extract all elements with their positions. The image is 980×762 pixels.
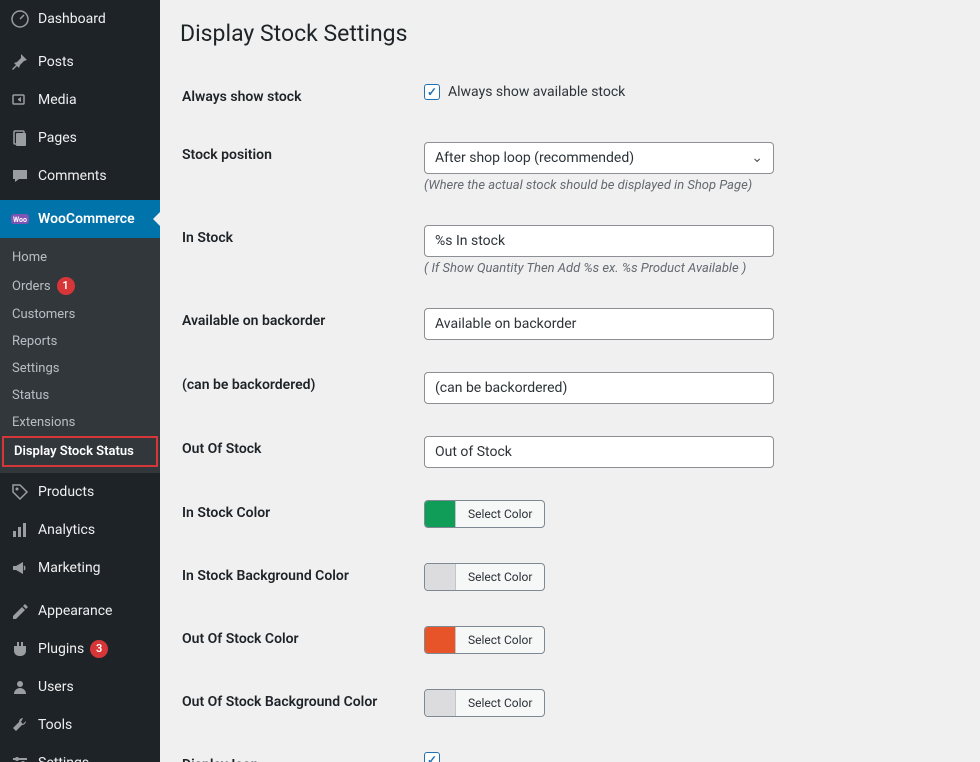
pages-icon xyxy=(10,128,30,148)
menu-media[interactable]: Media xyxy=(0,81,160,119)
settings-form: Always show stock Always show available … xyxy=(180,67,960,762)
color-picker-in-stock-bg[interactable]: Select Color xyxy=(424,563,545,591)
admin-sidebar: Dashboard Posts Media Pages Comments Woo… xyxy=(0,0,160,762)
menu-label: Tools xyxy=(38,717,72,733)
select-stock-position[interactable]: After shop loop (recommended) ⌄ xyxy=(424,142,774,174)
users-icon xyxy=(10,677,30,697)
menu-label: Plugins xyxy=(38,641,84,657)
submenu-customers[interactable]: Customers xyxy=(0,301,160,328)
menu-label: Posts xyxy=(38,54,74,70)
menu-label: Comments xyxy=(38,168,107,184)
label-in-stock-bg: In Stock Background Color xyxy=(182,548,422,609)
menu-label: Products xyxy=(38,484,94,500)
menu-label: WooCommerce xyxy=(38,211,135,227)
label-always-show: Always show stock xyxy=(182,69,422,125)
select-color-button[interactable]: Select Color xyxy=(455,501,544,527)
menu-posts[interactable]: Posts xyxy=(0,43,160,81)
submenu-display-stock-status[interactable]: Display Stock Status xyxy=(2,436,158,467)
color-swatch xyxy=(425,690,455,716)
color-picker-out-stock-bg[interactable]: Select Color xyxy=(424,689,545,717)
color-swatch xyxy=(425,627,455,653)
menu-users[interactable]: Users xyxy=(0,668,160,706)
dashboard-icon xyxy=(10,9,30,29)
menu-marketing[interactable]: Marketing xyxy=(0,549,160,587)
label-backorder: Available on backorder xyxy=(182,293,422,355)
chevron-down-icon: ⌄ xyxy=(751,150,763,166)
input-can-backorder[interactable]: (can be backordered) xyxy=(424,372,774,404)
submenu-orders[interactable]: Orders1 xyxy=(0,271,160,301)
label-stock-position: Stock position xyxy=(182,127,422,208)
submenu-extensions[interactable]: Extensions xyxy=(0,409,160,436)
input-out-of-stock[interactable]: Out of Stock xyxy=(424,436,774,468)
color-swatch xyxy=(425,501,455,527)
label-in-stock-color: In Stock Color xyxy=(182,485,422,546)
select-color-button[interactable]: Select Color xyxy=(455,564,544,590)
menu-tools[interactable]: Tools xyxy=(0,706,160,744)
submenu-status[interactable]: Status xyxy=(0,382,160,409)
plugins-icon xyxy=(10,639,30,659)
comment-icon xyxy=(10,166,30,186)
help-in-stock: ( If Show Quantity Then Add %s ex. %s Pr… xyxy=(424,261,948,276)
svg-text:Woo: Woo xyxy=(13,216,27,224)
orders-badge: 1 xyxy=(57,277,75,295)
checkbox-display-icon[interactable] xyxy=(424,752,440,762)
analytics-icon xyxy=(10,520,30,540)
input-backorder[interactable]: Available on backorder xyxy=(424,308,774,340)
media-icon xyxy=(10,90,30,110)
main-content: Display Stock Settings Always show stock… xyxy=(160,0,980,762)
menu-label: Marketing xyxy=(38,560,101,576)
tools-icon xyxy=(10,715,30,735)
help-stock-position: (Where the actual stock should be displa… xyxy=(424,178,948,193)
menu-plugins[interactable]: Plugins 3 xyxy=(0,630,160,668)
menu-comments[interactable]: Comments xyxy=(0,157,160,195)
color-swatch xyxy=(425,564,455,590)
menu-products[interactable]: Products xyxy=(0,473,160,511)
woocommerce-submenu: Home Orders1 Customers Reports Settings … xyxy=(0,238,160,473)
plugins-badge: 3 xyxy=(90,640,108,658)
menu-settings-main[interactable]: Settings xyxy=(0,744,160,762)
label-out-of-stock: Out Of Stock xyxy=(182,421,422,483)
menu-label: Pages xyxy=(38,130,77,146)
products-icon xyxy=(10,482,30,502)
menu-label: Users xyxy=(38,679,74,695)
select-color-button[interactable]: Select Color xyxy=(455,627,544,653)
color-picker-in-stock[interactable]: Select Color xyxy=(424,500,545,528)
woocommerce-icon: Woo xyxy=(10,209,30,229)
marketing-icon xyxy=(10,558,30,578)
menu-label: Settings xyxy=(38,755,89,762)
label-in-stock: In Stock xyxy=(182,210,422,291)
menu-label: Appearance xyxy=(38,603,112,619)
page-title: Display Stock Settings xyxy=(180,20,960,47)
label-out-stock-bg: Out Of Stock Background Color xyxy=(182,674,422,735)
label-out-stock-color: Out Of Stock Color xyxy=(182,611,422,672)
select-color-button[interactable]: Select Color xyxy=(455,690,544,716)
checkbox-label: Always show available stock xyxy=(448,84,625,100)
color-picker-out-stock[interactable]: Select Color xyxy=(424,626,545,654)
menu-label: Dashboard xyxy=(38,11,106,27)
appearance-icon xyxy=(10,601,30,621)
settings-icon xyxy=(10,753,30,762)
label-display-icon: Display Icon xyxy=(182,737,422,762)
menu-label: Analytics xyxy=(38,522,95,538)
label-can-backorder: (can be backordered) xyxy=(182,357,422,419)
menu-appearance[interactable]: Appearance xyxy=(0,592,160,630)
input-in-stock[interactable]: %s In stock xyxy=(424,225,774,257)
submenu-reports[interactable]: Reports xyxy=(0,328,160,355)
menu-analytics[interactable]: Analytics xyxy=(0,511,160,549)
menu-woocommerce[interactable]: Woo WooCommerce xyxy=(0,200,160,238)
submenu-settings[interactable]: Settings xyxy=(0,355,160,382)
menu-dashboard[interactable]: Dashboard xyxy=(0,0,160,38)
menu-label: Media xyxy=(38,92,77,108)
pin-icon xyxy=(10,52,30,72)
checkbox-always-show[interactable] xyxy=(424,84,440,100)
submenu-home[interactable]: Home xyxy=(0,244,160,271)
menu-pages[interactable]: Pages xyxy=(0,119,160,157)
